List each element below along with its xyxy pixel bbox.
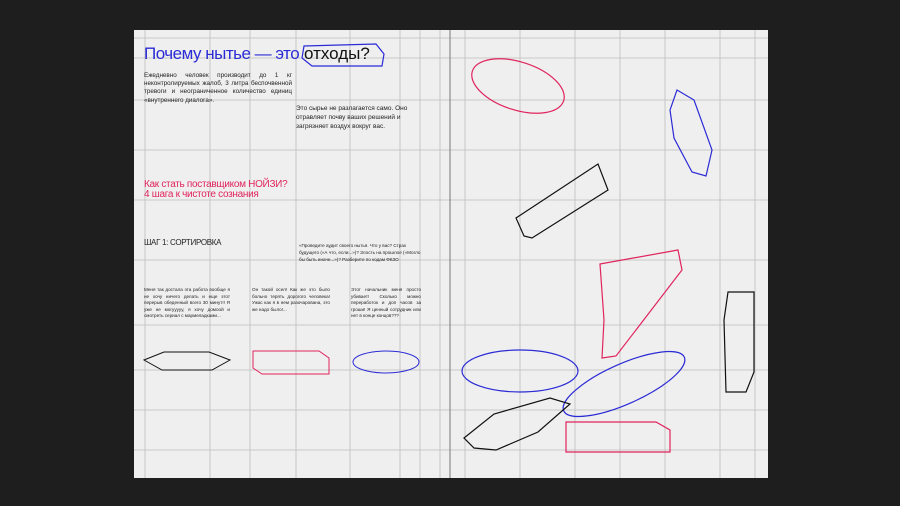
case-text: Меня так достала эта работа вообще я не … [144, 287, 230, 319]
black-bar-shape [515, 163, 609, 239]
blue-wide-ellipse-shape [461, 349, 579, 393]
blue-tall-shape [669, 89, 713, 177]
blue-tilted-ellipse-shape [562, 350, 686, 418]
blue-ellipse-shape [352, 350, 420, 374]
page-title-highlight: отходы? [304, 44, 370, 63]
pink-capsule-shape [252, 350, 330, 375]
black-vertical-shape [723, 291, 755, 393]
pink-ellipse-shape [471, 58, 565, 114]
magazine-spread: Почему нытье — это отходы? Ежедневно чел… [134, 30, 768, 478]
case-text: Этот начальник меня просто убивает! Скол… [351, 287, 421, 319]
pink-long-shape [599, 249, 683, 359]
raw-material-paragraph: Это сырье не разлагается само. Оно отрав… [296, 105, 408, 130]
case-text: Он такой осел! Как же это было больно те… [252, 287, 330, 312]
pink-rect-shape [565, 421, 671, 453]
page-title: Почему нытье — это [144, 44, 300, 63]
section-heading-line-2: 4 шага к чистоте сознания [144, 189, 259, 200]
black-capsule-shape [142, 351, 232, 371]
section-heading: Как стать поставщиком НОЙЗИ? 4 шага к чи… [144, 180, 288, 200]
step-heading: ШАГ 1: СОРТИРОВКА [144, 238, 222, 247]
black-diagonal-shape [463, 397, 572, 451]
step-quote: «Проведите аудит своего нытья. Что у вас… [299, 243, 421, 262]
intro-paragraph: Ежедневно человек производит до 1 кг нек… [144, 72, 292, 104]
